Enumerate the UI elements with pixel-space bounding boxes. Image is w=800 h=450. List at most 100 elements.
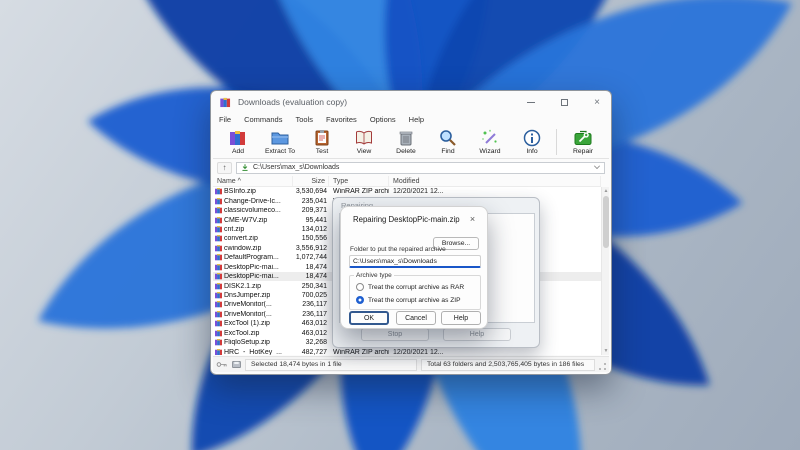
winrar-zip-file-icon bbox=[215, 264, 222, 271]
header-type[interactable]: Type bbox=[329, 176, 389, 186]
file-name: FliqloSetup.zip bbox=[224, 339, 270, 346]
menu-file[interactable]: File bbox=[219, 115, 231, 124]
toolbar-test-button[interactable]: Test bbox=[301, 128, 343, 155]
file-type: WinRAR ZIP archive bbox=[329, 188, 389, 195]
scroll-up-icon[interactable]: ▲ bbox=[603, 188, 609, 194]
dialog-help-button[interactable]: Help bbox=[441, 311, 481, 325]
window-title: Downloads (evaluation copy) bbox=[238, 97, 347, 107]
file-name: DriveMonitor(... bbox=[224, 311, 272, 318]
file-size: 236,117 bbox=[293, 311, 329, 318]
winrar-app-icon bbox=[219, 96, 232, 109]
sort-asc-icon: ^ bbox=[238, 178, 241, 185]
toolbar-extract-to-button[interactable]: Extract To bbox=[259, 128, 301, 155]
find-magnifier-icon bbox=[438, 128, 458, 147]
scrollbar-thumb[interactable] bbox=[603, 196, 609, 248]
winrar-zip-file-icon bbox=[215, 339, 222, 346]
desktop: Downloads (evaluation copy) × File Comman… bbox=[0, 0, 800, 450]
file-size: 18,474 bbox=[293, 273, 329, 280]
status-total: Total 63 folders and 2,503,765,405 bytes… bbox=[421, 359, 595, 371]
toolbar-find-button[interactable]: Find bbox=[427, 128, 469, 155]
menu-tools[interactable]: Tools bbox=[295, 115, 313, 124]
winrar-zip-file-icon bbox=[215, 311, 222, 318]
winrar-zip-file-icon bbox=[215, 188, 222, 195]
repair-dialog-title: Repairing DesktopPic-main.zip bbox=[353, 215, 460, 224]
key-icon[interactable] bbox=[216, 360, 228, 369]
resize-grip[interactable] bbox=[599, 363, 606, 370]
cancel-button[interactable]: Cancel bbox=[396, 311, 436, 325]
file-name: DefaultProgram... bbox=[224, 254, 279, 261]
header-modified[interactable]: Modified bbox=[389, 176, 601, 186]
toolbar: Add Extract To Test ViewDeleteFind Wizard Inf… bbox=[213, 126, 609, 159]
disk-icon[interactable] bbox=[232, 360, 241, 369]
titlebar: Downloads (evaluation copy) × bbox=[211, 91, 611, 113]
file-size: 463,012 bbox=[293, 320, 329, 327]
delete-trash-icon bbox=[396, 128, 416, 147]
file-size: 18,474 bbox=[293, 264, 329, 271]
file-size: 235,041 bbox=[293, 198, 329, 205]
maximize-button[interactable] bbox=[556, 94, 572, 110]
file-name: ExcTool.zip bbox=[224, 330, 259, 337]
menu-bar: File Commands Tools Favorites Options Help bbox=[213, 113, 609, 126]
file-size: 3,556,912 bbox=[293, 245, 329, 252]
file-name: ExcTool (1).zip bbox=[224, 320, 270, 327]
toolbar-add-button[interactable]: Add bbox=[217, 128, 259, 155]
winrar-zip-file-icon bbox=[215, 217, 222, 224]
header-size[interactable]: Size bbox=[293, 176, 329, 186]
repair-toolbox-icon bbox=[573, 128, 593, 147]
close-button[interactable]: × bbox=[589, 94, 605, 110]
file-modified: 12/20/2021 12... bbox=[389, 349, 601, 355]
winrar-zip-file-icon bbox=[215, 226, 222, 233]
file-size: 250,341 bbox=[293, 283, 329, 290]
file-name: DriveMonitor(... bbox=[224, 301, 272, 308]
toolbar-wizard-button[interactable]: Wizard bbox=[469, 128, 511, 155]
winrar-zip-file-icon bbox=[215, 330, 222, 337]
winrar-zip-file-icon bbox=[215, 207, 222, 214]
status-selected: Selected 18,474 bytes in 1 file bbox=[245, 359, 417, 371]
file-name: DesktopPic-mai... bbox=[224, 264, 279, 271]
list-scrollbar[interactable]: ▲ ▼ bbox=[601, 187, 609, 355]
wizard-wand-icon bbox=[480, 128, 500, 147]
winrar-zip-file-icon bbox=[215, 245, 222, 252]
toolbar-button-label: Test bbox=[316, 148, 328, 155]
file-size: 134,012 bbox=[293, 226, 329, 233]
up-folder-button[interactable]: ↑ bbox=[217, 162, 232, 174]
menu-favorites[interactable]: Favorites bbox=[326, 115, 357, 124]
extract-folder-icon bbox=[270, 128, 290, 147]
toolbar-info-button[interactable]: Info bbox=[511, 128, 553, 155]
radio-treat-as-zip[interactable]: Treat the corrupt archive as ZIP bbox=[356, 296, 460, 304]
file-name: BSInfo.zip bbox=[224, 188, 256, 195]
progress-help-button[interactable]: Help bbox=[443, 328, 511, 341]
menu-help[interactable]: Help bbox=[409, 115, 424, 124]
scroll-down-icon[interactable]: ▼ bbox=[603, 348, 609, 354]
file-name: DnsJumper.zip bbox=[224, 292, 270, 299]
menu-options[interactable]: Options bbox=[370, 115, 396, 124]
winrar-zip-file-icon bbox=[215, 320, 222, 327]
winrar-zip-file-icon bbox=[215, 254, 222, 261]
toolbar-button-label: Wizard bbox=[479, 148, 500, 155]
dialog-close-icon[interactable]: × bbox=[466, 212, 479, 225]
winrar-zip-file-icon bbox=[215, 349, 222, 355]
table-row[interactable]: HRC_-_HotKey_...482,727WinRAR ZIP archiv… bbox=[213, 347, 601, 355]
toolbar-repair-button[interactable]: Repair bbox=[562, 128, 604, 155]
column-headers: Name ^ Size Type Modified bbox=[213, 176, 601, 187]
radio-selected-icon bbox=[356, 296, 364, 304]
file-name: CME-W7V.zip bbox=[224, 217, 267, 224]
file-modified: 12/20/2021 12... bbox=[389, 188, 601, 195]
table-row[interactable]: BSInfo.zip 3,530,694WinRAR ZIP archive12/… bbox=[213, 187, 601, 196]
chevron-down-icon bbox=[594, 163, 600, 169]
toolbar-view-button[interactable]: View bbox=[343, 128, 385, 155]
header-name[interactable]: Name ^ bbox=[213, 176, 293, 186]
radio-treat-as-rar[interactable]: Treat the corrupt archive as RAR bbox=[356, 283, 464, 291]
ok-button[interactable]: OK bbox=[349, 311, 389, 325]
toolbar-button-label: Add bbox=[232, 148, 244, 155]
file-size: 3,530,694 bbox=[293, 188, 329, 195]
file-name: cnt.zip bbox=[224, 226, 244, 233]
toolbar-button-label: Info bbox=[526, 148, 537, 155]
toolbar-delete-button[interactable]: Delete bbox=[385, 128, 427, 155]
repaired-archive-path-input[interactable]: C:\Users\max_s\Downloads bbox=[349, 255, 481, 268]
menu-commands[interactable]: Commands bbox=[244, 115, 282, 124]
stop-button[interactable]: Stop bbox=[361, 328, 429, 341]
minimize-button[interactable] bbox=[523, 94, 539, 110]
address-combobox[interactable]: C:\Users\max_s\Downloads bbox=[236, 162, 605, 174]
radio-unselected-icon bbox=[356, 283, 364, 291]
